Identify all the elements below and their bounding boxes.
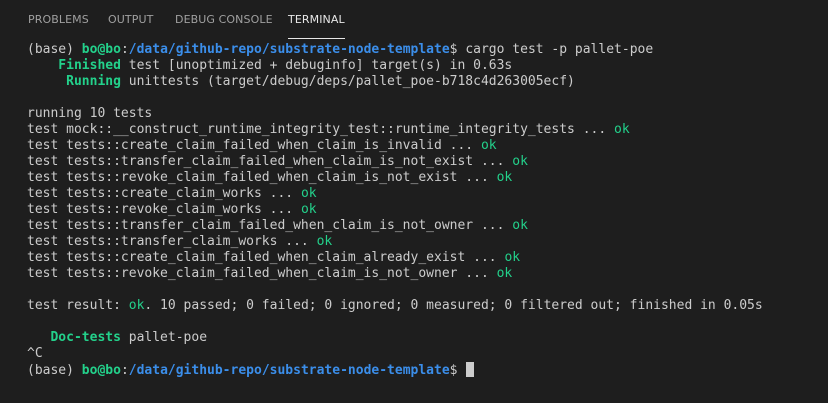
test-line: test tests::transfer_claim_works ... ok — [27, 234, 822, 250]
test-name: test mock::__construct_runtime_integrity… — [27, 122, 614, 137]
prompt-path: /data/github-repo/substrate-node-templat… — [128, 42, 450, 57]
prompt-env: (base) — [27, 42, 82, 57]
cargo-finished-line: Finished test [unoptimized + debuginfo] … — [27, 58, 822, 74]
running-count-line: running 10 tests — [27, 106, 153, 121]
prompt-sep: : — [120, 363, 129, 378]
test-line: test tests::transfer_claim_failed_when_c… — [27, 218, 822, 234]
prompt-user-host: bo@bo — [81, 42, 121, 57]
test-name: test tests::transfer_claim_works ... — [27, 234, 317, 249]
prompt-path: /data/github-repo/substrate-node-templat… — [128, 363, 450, 378]
terminal-cursor — [466, 362, 475, 377]
test-line: test tests::create_claim_works ... ok — [27, 186, 822, 202]
test-line: test tests::create_claim_failed_when_cla… — [27, 250, 822, 266]
test-result: ok — [300, 202, 317, 217]
test-line: test mock::__construct_runtime_integrity… — [27, 122, 822, 138]
test-line: test tests::transfer_claim_failed_when_c… — [27, 154, 822, 170]
test-name: test tests::revoke_claim_failed_when_cla… — [27, 170, 497, 185]
doctests-text: pallet-poe — [120, 330, 208, 345]
test-result: ok — [496, 170, 513, 185]
test-result: ok — [316, 234, 333, 249]
cargo-running-label: Running — [27, 74, 121, 89]
test-name: test tests::transfer_claim_failed_when_c… — [27, 218, 513, 233]
test-name: test tests::transfer_claim_failed_when_c… — [27, 154, 513, 169]
tab-debug-console[interactable]: DEBUG CONSOLE — [175, 0, 273, 38]
cargo-finished-label: Finished — [27, 58, 121, 73]
summary-status: ok — [128, 298, 145, 313]
test-line: test tests::revoke_claim_failed_when_cla… — [27, 266, 822, 282]
prompt-line: (base) bo@bo:/data/github-repo/substrate… — [27, 362, 822, 378]
tab-output[interactable]: OUTPUT — [108, 0, 153, 38]
test-result: ok — [504, 250, 521, 265]
test-summary-line: test result: ok. 10 passed; 0 failed; 0 … — [27, 298, 822, 314]
cargo-running-text: unittests (target/debug/deps/pallet_poe-… — [120, 74, 575, 89]
test-result: ok — [512, 154, 528, 169]
terminal-panel: } { sed_m_ctfinalizer PROBLEMS OUTPUT DE… — [0, 0, 828, 403]
test-name: test tests::revoke_claim_failed_when_cla… — [27, 266, 497, 281]
cargo-running-line: Running unittests (target/debug/deps/pal… — [27, 74, 822, 90]
prompt-env: (base) — [27, 363, 82, 378]
doctests-line: Doc-tests pallet-poe — [27, 330, 822, 346]
tab-problems[interactable]: PROBLEMS — [28, 0, 89, 38]
interrupt-line: ^C — [27, 346, 43, 361]
cargo-finished-text: test [unoptimized + debuginfo] target(s)… — [120, 58, 513, 73]
prompt-dollar: $ — [449, 363, 466, 378]
summary-rest: . 10 passed; 0 failed; 0 ignored; 0 meas… — [144, 298, 763, 313]
summary-prefix: test result: — [27, 298, 129, 313]
test-result: ok — [300, 186, 317, 201]
test-name: test tests::revoke_claim_works ... — [27, 202, 301, 217]
test-result: ok — [480, 138, 497, 153]
test-line: test tests::revoke_claim_works ... ok — [27, 202, 822, 218]
test-line: test tests::create_claim_failed_when_cla… — [27, 138, 822, 154]
panel-tab-bar: PROBLEMS OUTPUT DEBUG CONSOLE TERMINAL — [0, 0, 828, 42]
prompt-dollar: $ — [449, 42, 466, 57]
terminal-output[interactable]: (base) bo@bo:/data/github-repo/substrate… — [27, 42, 822, 394]
command-text: cargo test -p pallet-poe — [465, 42, 654, 57]
test-result: ok — [512, 218, 528, 233]
prompt-sep: : — [120, 42, 129, 57]
test-name: test tests::create_claim_failed_when_cla… — [27, 250, 505, 265]
test-name: test tests::create_claim_works ... — [27, 186, 301, 201]
prompt-user-host: bo@bo — [81, 363, 121, 378]
prompt-line: (base) bo@bo:/data/github-repo/substrate… — [27, 42, 822, 58]
test-result: ok — [496, 266, 513, 281]
tab-terminal[interactable]: TERMINAL — [288, 0, 345, 39]
test-line: test tests::revoke_claim_failed_when_cla… — [27, 170, 822, 186]
test-result: ok — [614, 122, 630, 137]
doctests-label: Doc-tests — [27, 330, 121, 345]
test-name: test tests::create_claim_failed_when_cla… — [27, 138, 481, 153]
